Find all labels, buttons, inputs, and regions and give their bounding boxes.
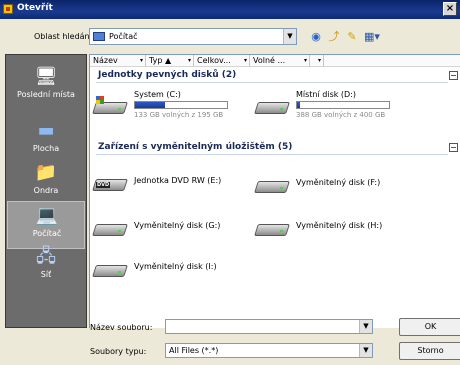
ok-button[interactable]: OK [399, 318, 460, 336]
close-button[interactable]: × [443, 2, 457, 16]
group-title-hdd: Jednotky pevných disků (2) [98, 70, 237, 80]
collapse-removable-button[interactable]: − [449, 143, 458, 152]
up-folder-icon[interactable]: ⤴ [326, 29, 342, 45]
file-type-label: Soubory typu: [90, 347, 147, 356]
group-divider [96, 154, 448, 155]
network-icon: 🖧 [35, 246, 57, 267]
chevron-down-icon[interactable]: ▼ [359, 320, 372, 333]
collapse-hdd-button[interactable]: − [449, 71, 458, 80]
group-divider [96, 82, 448, 83]
file-type-value: All Files (*.*) [169, 346, 219, 355]
look-in-combo[interactable]: Počítač ▼ [89, 28, 297, 45]
removable-disk-icon [254, 175, 290, 195]
removable-disk-icon [92, 218, 128, 238]
place-user[interactable]: 📁 Ondra [7, 159, 85, 207]
removable-disk-icon [92, 259, 128, 279]
place-network[interactable]: 🖧 Síť [7, 243, 85, 291]
recent-places-icon: 🖥 [34, 66, 58, 87]
capacity-bar [134, 101, 228, 109]
title-bar: Otevřít × [0, 0, 460, 19]
look-in-label: Oblast hledání: [34, 32, 95, 41]
open-dialog: Oblast hledání: Počítač ▼ ◉ ⤴ ✎ ▦▾ 🖥 Pos… [0, 19, 460, 365]
removable-disk-icon [254, 218, 290, 238]
group-title-removable: Zařízení s vyměnitelným úložištěm (5) [98, 142, 293, 152]
drive-name: System (C:) [134, 90, 181, 99]
drive-name: Vyměnitelný disk (H:) [296, 221, 383, 230]
column-free[interactable]: Volné ... ▾ [250, 55, 310, 67]
file-list[interactable]: Název ▾ Typ ▲ ▾ Celkov... ▾ Volné ... ▾ ▾ Je… [89, 54, 460, 328]
place-desktop[interactable]: ▬ Plocha [7, 117, 85, 165]
column-name[interactable]: Název ▾ [90, 55, 146, 67]
file-name-input[interactable] [165, 319, 373, 334]
place-computer[interactable]: 💻 Počítač [7, 201, 85, 249]
window-title: Otevřít [17, 3, 53, 13]
chevron-down-icon[interactable]: ▼ [283, 29, 296, 44]
cancel-button[interactable]: Storno [399, 342, 460, 360]
drive-c[interactable]: System (C:) 133 GB volných z 195 GB [92, 90, 254, 124]
place-label: Počítač [32, 229, 62, 238]
place-recent[interactable]: 🖥 Poslední místa [7, 63, 85, 111]
user-folder-icon: 📁 [34, 162, 58, 183]
views-menu-icon[interactable]: ▦▾ [363, 29, 381, 45]
look-in-value: Počítač [109, 32, 138, 41]
places-bar: 🖥 Poslední místa ▬ Plocha 📁 Ondra 💻 Počí… [5, 54, 87, 328]
column-extra[interactable]: ▾ [310, 55, 324, 67]
desktop-icon: ▬ [37, 120, 55, 141]
drive-f[interactable]: Vyměnitelný disk (F:) [254, 169, 416, 203]
file-type-select[interactable]: All Files (*.*) ▼ [165, 343, 373, 358]
place-label: Ondra [33, 186, 59, 195]
column-type[interactable]: Typ ▲ ▾ [146, 55, 194, 67]
drive-d[interactable]: Místní disk (D:) 388 GB volných z 400 GB [254, 90, 416, 124]
back-icon[interactable]: ◉ [308, 29, 324, 45]
place-label: Plocha [32, 144, 60, 153]
dvd-drive-icon: DVD [92, 173, 128, 193]
drive-name: Vyměnitelný disk (G:) [134, 221, 221, 230]
computer-icon: 💻 [35, 205, 59, 226]
chevron-down-icon[interactable]: ▼ [359, 344, 372, 357]
place-label: Poslední místa [17, 90, 75, 99]
column-header: Název ▾ Typ ▲ ▾ Celkov... ▾ Volné ... ▾ ▾ [90, 55, 460, 67]
open-dialog-icon [3, 4, 13, 14]
drive-name: Vyměnitelný disk (I:) [134, 262, 217, 271]
column-total[interactable]: Celkov... ▾ [194, 55, 250, 67]
drive-h[interactable]: Vyměnitelný disk (H:) [254, 212, 416, 246]
new-folder-icon[interactable]: ✎ [344, 29, 360, 45]
computer-icon [93, 32, 105, 41]
system-drive-icon [92, 96, 128, 116]
drive-name: Místní disk (D:) [296, 90, 357, 99]
drive-name: Jednotka DVD RW (E:) [134, 176, 222, 185]
drive-g[interactable]: Vyměnitelný disk (G:) [92, 212, 254, 246]
drive-free-space: 133 GB volných z 195 GB [134, 111, 224, 119]
capacity-bar [296, 101, 390, 109]
drive-free-space: 388 GB volných z 400 GB [296, 111, 386, 119]
drive-name: Vyměnitelný disk (F:) [296, 178, 381, 187]
drive-i[interactable]: Vyměnitelný disk (I:) [92, 253, 254, 287]
file-name-label: Název souboru: [90, 323, 153, 332]
place-label: Síť [40, 270, 52, 279]
drive-e[interactable]: DVD Jednotka DVD RW (E:) [92, 167, 254, 201]
local-disk-icon [254, 96, 290, 116]
